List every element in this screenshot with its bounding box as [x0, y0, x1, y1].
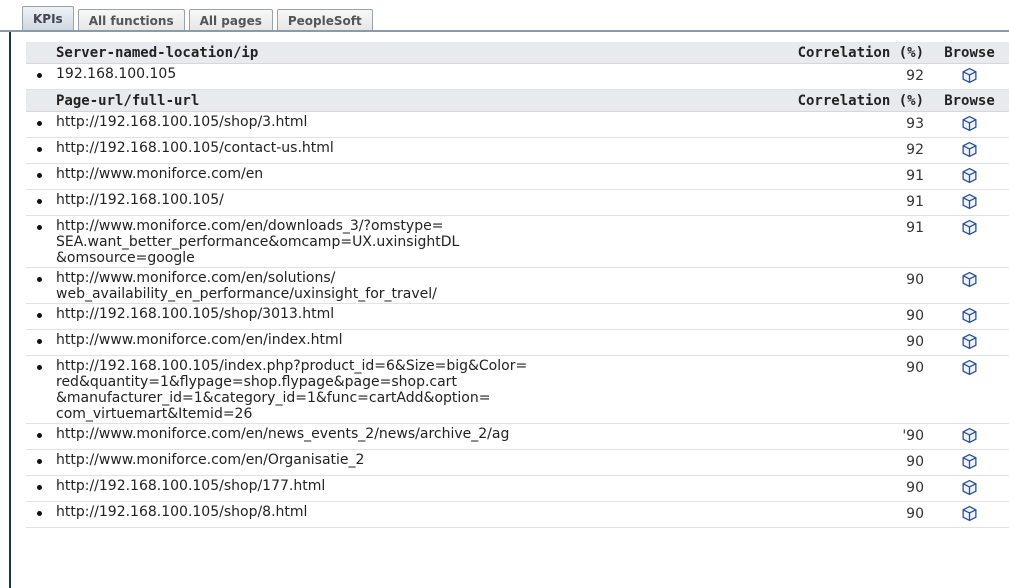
table-row: http://192.168.100.105/shop/177.html 90 — [26, 476, 1009, 502]
correlation-cell: 90 — [906, 506, 924, 522]
table-row: http://www.moniforce.com/en 91 — [26, 164, 1009, 190]
table-row: http://192.168.100.105/contact-us.html 92 — [26, 138, 1009, 164]
bullet-icon — [37, 339, 42, 344]
correlation-cell: 90 — [906, 272, 924, 288]
table-row: http://www.moniforce.com/en/news_events_… — [26, 424, 1009, 450]
correlation-cell: 92 — [906, 68, 924, 84]
url-cell[interactable]: http://192.168.100.105/shop/177.html — [26, 478, 740, 494]
tab-bar: KPIs All functions All pages PeopleSoft — [22, 6, 377, 31]
url-cell[interactable]: http://192.168.100.105/shop/3013.html — [26, 306, 740, 322]
cube-icon[interactable] — [961, 453, 978, 470]
page-header-row: Page-url/full-url Correlation (%) Browse — [26, 90, 1009, 112]
bullet-icon — [37, 225, 42, 230]
correlation-cell: 90 — [906, 454, 924, 470]
correlation-cell: 93 — [906, 116, 924, 132]
table-row: http://www.moniforce.com/en/Organisatie_… — [26, 450, 1009, 476]
correlation-cell: 90 — [906, 480, 924, 496]
cube-icon[interactable] — [961, 427, 978, 444]
table-row: http://192.168.100.105/shop/3013.html 90 — [26, 304, 1009, 330]
url-cell[interactable]: 192.168.100.105 — [26, 66, 740, 82]
tab-kpis[interactable]: KPIs — [22, 6, 74, 31]
table-row: http://www.moniforce.com/en/index.html 90 — [26, 330, 1009, 356]
cube-icon[interactable] — [961, 193, 978, 210]
tab-all-functions[interactable]: All functions — [77, 9, 185, 31]
correlation-cell: 92 — [906, 142, 924, 158]
tab-underline — [0, 30, 1009, 32]
browse-column-header: Browse — [944, 44, 995, 61]
table-row: http://192.168.100.105/index.php?product… — [26, 356, 1009, 424]
correlation-cell: 91 — [906, 168, 924, 184]
cube-icon[interactable] — [961, 219, 978, 236]
correlation-table: Server-named-location/ip Correlation (%)… — [26, 42, 1009, 528]
cube-icon[interactable] — [961, 67, 978, 84]
left-accent-bar — [9, 32, 11, 588]
correlation-column-header: Correlation (%) — [797, 44, 924, 61]
bullet-icon — [37, 365, 42, 370]
page-rows: http://192.168.100.105/shop/3.html 93 http… — [26, 112, 1009, 528]
table-row: http://www.moniforce.com/en/solutions/we… — [26, 268, 1009, 304]
url-cell[interactable]: http://www.moniforce.com/en/index.html — [26, 332, 740, 348]
bullet-icon — [37, 485, 42, 490]
bullet-icon — [37, 199, 42, 204]
url-cell[interactable]: http://192.168.100.105/shop/8.html — [26, 504, 740, 520]
correlation-cell: '90 — [902, 428, 924, 444]
server-header-row: Server-named-location/ip Correlation (%)… — [26, 42, 1009, 64]
bullet-icon — [37, 459, 42, 464]
url-cell[interactable]: http://192.168.100.105/contact-us.html — [26, 140, 740, 156]
page-url-column-header: Page-url/full-url — [56, 92, 200, 109]
table-row: http://www.moniforce.com/en/downloads_3/… — [26, 216, 1009, 268]
url-cell[interactable]: http://www.moniforce.com/en/solutions/we… — [26, 270, 740, 302]
url-cell[interactable]: http://192.168.100.105/index.php?product… — [26, 358, 740, 422]
table-row: 192.168.100.105 92 — [26, 64, 1009, 90]
url-cell[interactable]: http://www.moniforce.com/en/downloads_3/… — [26, 218, 740, 266]
server-column-header: Server-named-location/ip — [56, 44, 259, 61]
correlation-cell: 91 — [906, 194, 924, 210]
table-row: http://192.168.100.105/91 — [26, 190, 1009, 216]
cube-icon[interactable] — [961, 359, 978, 376]
url-cell[interactable]: http://192.168.100.105/ — [26, 192, 740, 208]
cube-icon[interactable] — [961, 271, 978, 288]
bullet-icon — [37, 147, 42, 152]
browse-column-header: Browse — [944, 92, 995, 109]
cube-icon[interactable] — [961, 505, 978, 522]
table-row: http://192.168.100.105/shop/3.html 93 — [26, 112, 1009, 138]
url-cell[interactable]: http://www.moniforce.com/en/Organisatie_… — [26, 452, 740, 468]
bullet-icon — [37, 433, 42, 438]
bullet-icon — [37, 173, 42, 178]
url-cell[interactable]: http://www.moniforce.com/en/news_events_… — [26, 426, 740, 442]
correlation-cell: 90 — [906, 360, 924, 376]
correlation-cell: 90 — [906, 308, 924, 324]
bullet-icon — [37, 121, 42, 126]
server-rows: 192.168.100.105 92 — [26, 64, 1009, 90]
cube-icon[interactable] — [961, 307, 978, 324]
cube-icon[interactable] — [961, 115, 978, 132]
url-cell[interactable]: http://192.168.100.105/shop/3.html — [26, 114, 740, 130]
bullet-icon — [37, 313, 42, 318]
correlation-cell: 90 — [906, 334, 924, 350]
tab-all-pages[interactable]: All pages — [188, 9, 273, 31]
cube-icon[interactable] — [961, 141, 978, 158]
table-row: http://192.168.100.105/shop/8.html 90 — [26, 502, 1009, 528]
correlation-cell: 91 — [906, 220, 924, 236]
url-cell[interactable]: http://www.moniforce.com/en — [26, 166, 740, 182]
cube-icon[interactable] — [961, 479, 978, 496]
bullet-icon — [37, 73, 42, 78]
tab-peoplesoft[interactable]: PeopleSoft — [276, 9, 373, 31]
bullet-icon — [37, 277, 42, 282]
cube-icon[interactable] — [961, 333, 978, 350]
bullet-icon — [37, 511, 42, 516]
cube-icon[interactable] — [961, 167, 978, 184]
correlation-column-header: Correlation (%) — [797, 92, 924, 109]
